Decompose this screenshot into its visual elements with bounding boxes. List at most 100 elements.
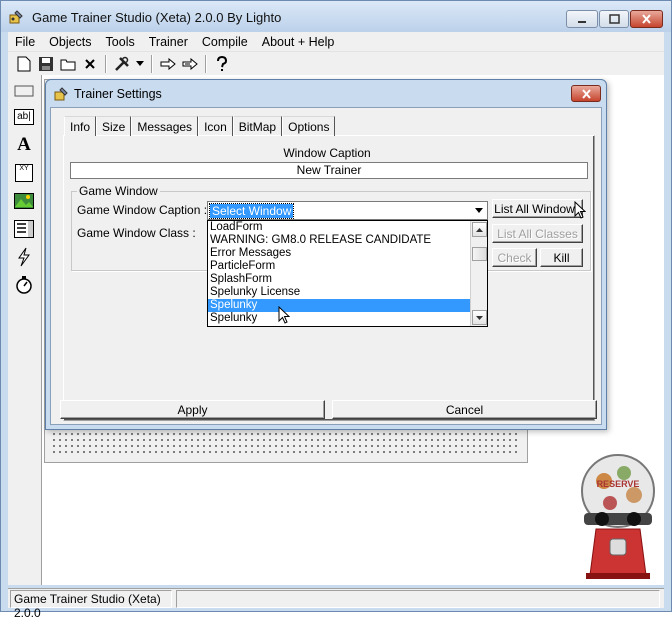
trainer-settings-dialog: Trainer Settings Info Size Messages Icon… <box>45 79 607 430</box>
scroll-thumb[interactable] <box>472 247 487 261</box>
tab-info[interactable]: Info <box>64 116 97 136</box>
dropdown-item[interactable]: Spelunky License <box>208 286 470 299</box>
trainer-app-icon <box>9 10 23 24</box>
kill-button[interactable]: Kill <box>540 248 583 267</box>
scroll-down-button[interactable] <box>472 310 487 325</box>
hotkey-tool[interactable] <box>11 245 37 269</box>
tab-bitmap[interactable]: BitMap <box>232 116 283 136</box>
window-caption-label: Window Caption <box>283 146 371 160</box>
dropdown-item-selected[interactable]: Spelunky <box>208 299 470 312</box>
minimize-button[interactable] <box>566 10 598 28</box>
gumball-machine-image: RESERVE <box>581 454 655 579</box>
combo-selected-text: Select Window <box>208 203 295 219</box>
help-question-icon <box>217 55 228 71</box>
textbox-tool-icon: ab| <box>14 109 34 125</box>
new-file-button[interactable] <box>13 53 35 75</box>
maximize-icon <box>608 14 620 24</box>
toolbar-separator <box>105 54 107 73</box>
tab-strip: Info Size Messages Icon BitMap Options <box>64 116 336 136</box>
main-titlebar[interactable]: Game Trainer Studio (Xeta) 2.0.0 By Ligh… <box>1 1 671 32</box>
new-file-icon <box>17 56 31 71</box>
trainer-app-icon <box>54 87 68 101</box>
menu-objects[interactable]: Objects <box>42 35 98 49</box>
double-arrow-right-icon <box>182 57 198 70</box>
dialog-close-button[interactable] <box>571 85 601 102</box>
close-x-icon <box>85 58 95 69</box>
chevron-down-icon <box>474 208 483 213</box>
menu-file[interactable]: File <box>8 35 42 49</box>
tools-dropdown-button[interactable] <box>133 53 147 75</box>
game-window-class-label: Game Window Class : <box>77 226 196 240</box>
chevron-down-icon <box>476 315 483 320</box>
apply-button[interactable]: Apply <box>60 400 325 419</box>
tab-size[interactable]: Size <box>96 116 132 136</box>
window-list-dropdown: LoadForm WARNING: GM8.0 RELEASE CANDIDAT… <box>207 220 488 327</box>
menu-tools[interactable]: Tools <box>99 35 142 49</box>
close-button[interactable] <box>630 10 663 28</box>
dialog-title: Trainer Settings <box>74 87 162 101</box>
status-pane-empty <box>176 590 660 608</box>
arrow-right-icon <box>160 57 176 70</box>
status-text: Game Trainer Studio (Xeta) 2.0.0 <box>10 590 172 620</box>
save-button[interactable] <box>35 53 57 75</box>
checkbox-tool[interactable]: XY <box>11 161 37 185</box>
open-button[interactable] <box>57 53 79 75</box>
tab-options[interactable]: Options <box>282 116 336 136</box>
chevron-up-icon <box>476 227 483 232</box>
image-tool-icon <box>14 193 34 209</box>
help-button[interactable] <box>211 53 233 75</box>
list-tool-icon <box>14 220 34 238</box>
dropdown-item[interactable]: WARNING: GM8.0 RELEASE CANDIDATE <box>208 234 470 247</box>
tab-messages[interactable]: Messages <box>131 116 199 136</box>
cancel-button[interactable]: Cancel <box>332 400 597 419</box>
mouse-cursor-icon <box>574 201 586 219</box>
minimize-icon <box>578 21 586 23</box>
combo-dropdown-button[interactable] <box>471 203 486 218</box>
game-window-group-title: Game Window <box>77 184 160 198</box>
tools-icon <box>115 56 129 71</box>
menu-compile[interactable]: Compile <box>195 35 255 49</box>
game-window-caption-combo[interactable]: Select Window <box>207 201 488 220</box>
maximize-button[interactable] <box>599 10 629 28</box>
checkbox-tool-icon: XY <box>15 164 33 182</box>
dropdown-item[interactable]: ParticleForm <box>208 260 470 273</box>
button-tool-icon <box>14 85 34 97</box>
forward-all-button[interactable] <box>179 53 201 75</box>
dropdown-scrollbar[interactable] <box>470 221 487 326</box>
dropdown-item[interactable]: Spelunky <box>208 312 470 325</box>
form-grid-dots <box>51 431 521 457</box>
mouse-cursor-icon <box>278 306 290 324</box>
timer-stopwatch-icon <box>16 276 32 294</box>
scroll-up-button[interactable] <box>472 222 487 237</box>
list-all-classes-button[interactable]: List All Classes <box>492 224 583 243</box>
close-file-button[interactable] <box>79 53 101 75</box>
dropdown-item[interactable]: SplashForm <box>208 273 470 286</box>
menu-trainer[interactable]: Trainer <box>142 35 195 49</box>
toolbar <box>8 51 664 75</box>
image-tool[interactable] <box>11 189 37 213</box>
status-bar: Game Trainer Studio (Xeta) 2.0.0 <box>8 588 664 620</box>
game-window-caption-label: Game Window Caption : <box>77 203 208 217</box>
window-caption-input[interactable]: New Trainer <box>70 162 588 179</box>
close-icon <box>581 88 591 99</box>
tab-icon[interactable]: Icon <box>198 116 233 136</box>
menu-about-help[interactable]: About + Help <box>255 35 342 49</box>
save-icon <box>39 56 53 71</box>
dropdown-arrow-icon <box>136 60 144 66</box>
button-tool[interactable] <box>11 79 37 103</box>
list-tool[interactable] <box>11 217 37 241</box>
tools-button[interactable] <box>111 53 133 75</box>
svg-text:RESERVE: RESERVE <box>597 479 640 489</box>
timer-tool[interactable] <box>11 273 37 297</box>
toolbar-separator <box>151 54 153 73</box>
open-folder-icon <box>60 59 76 70</box>
dialog-body: Info Size Messages Icon BitMap Options W… <box>50 107 602 425</box>
label-tool[interactable]: A <box>11 133 37 157</box>
dropdown-item[interactable]: Error Messages <box>208 247 470 260</box>
toolbar-separator <box>205 54 207 73</box>
check-button[interactable]: Check <box>492 248 537 267</box>
forward-button[interactable] <box>157 53 179 75</box>
dropdown-item[interactable]: LoadForm <box>208 221 470 234</box>
list-all-windows-button[interactable]: List All Windows <box>492 199 583 218</box>
textbox-tool[interactable]: ab| <box>11 105 37 129</box>
